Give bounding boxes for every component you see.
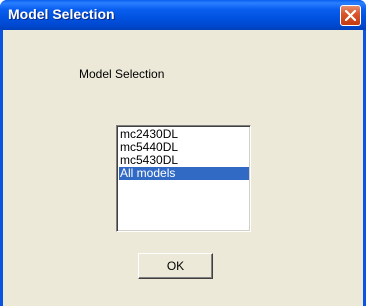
ok-button[interactable]: OK	[138, 253, 213, 279]
dialog-heading: Model Selection	[79, 67, 165, 81]
close-icon	[345, 10, 356, 21]
window-title: Model Selection	[8, 6, 115, 22]
model-listbox[interactable]: mc2430DL mc5440DL mc5430DL All models	[116, 125, 251, 232]
dialog-window: Model Selection Model Selection mc2430DL…	[0, 0, 366, 306]
close-button[interactable]	[340, 5, 361, 26]
dialog-body: Model Selection mc2430DL mc5440DL mc5430…	[3, 30, 363, 306]
title-bar[interactable]: Model Selection	[0, 0, 366, 30]
list-item-selected[interactable]: All models	[119, 167, 249, 180]
